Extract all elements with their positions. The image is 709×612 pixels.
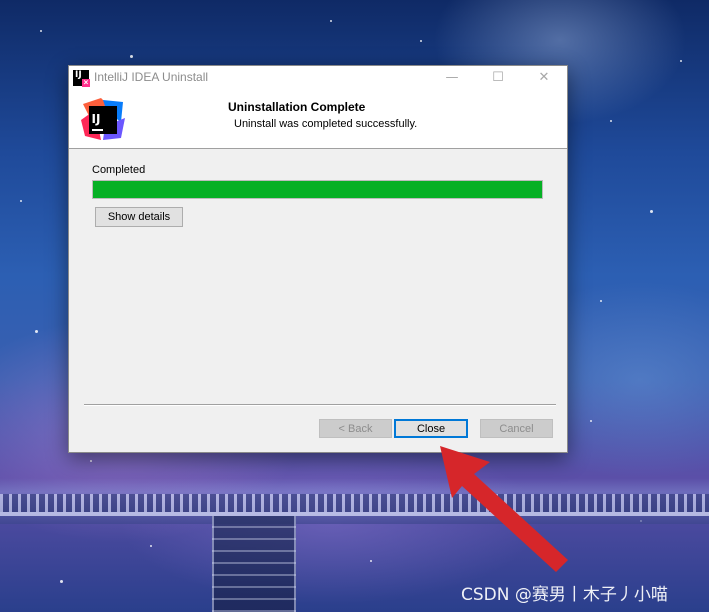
star	[35, 330, 38, 333]
star	[130, 55, 133, 58]
star	[60, 580, 63, 583]
star	[590, 420, 592, 422]
star	[600, 300, 602, 302]
intellij-idea-icon: IJ ×	[73, 70, 90, 87]
page-subtitle: Uninstall was completed successfully.	[234, 118, 418, 130]
maximize-icon[interactable]: ☐	[475, 66, 521, 90]
star	[40, 30, 42, 32]
minimize-icon[interactable]: —	[429, 66, 475, 90]
app-icon-badge: ×	[82, 78, 90, 87]
annotation-arrow-icon	[440, 446, 568, 572]
close-icon[interactable]: ✕	[521, 66, 567, 90]
uninstall-window: IJ × IntelliJ IDEA Uninstall — ☐ ✕ IJ Un…	[68, 65, 568, 453]
cancel-button[interactable]: Cancel	[480, 419, 553, 438]
status-label: Completed	[92, 164, 146, 176]
window-title: IntelliJ IDEA Uninstall	[94, 70, 209, 84]
intellij-idea-logo: IJ	[81, 98, 125, 140]
background-bridge-rail	[0, 512, 709, 516]
star	[610, 120, 612, 122]
progress-bar	[92, 180, 543, 199]
back-button[interactable]: < Back	[319, 419, 392, 438]
star	[420, 40, 422, 42]
star	[20, 200, 22, 202]
background-bridge	[0, 494, 709, 512]
title-bar[interactable]: IJ × IntelliJ IDEA Uninstall — ☐ ✕	[69, 66, 567, 90]
watermark: CSDN @赛男丨木子丿小喵	[461, 585, 668, 605]
wizard-body: Completed Show details < Back Close Canc…	[69, 149, 567, 452]
desktop-background: IJ × IntelliJ IDEA Uninstall — ☐ ✕ IJ Un…	[0, 0, 709, 612]
star	[330, 20, 332, 22]
page-title: Uninstallation Complete	[228, 100, 366, 114]
progress-bar-fill	[93, 181, 542, 198]
footer-divider	[84, 404, 556, 406]
star	[650, 210, 653, 213]
star	[370, 560, 372, 562]
star	[90, 460, 92, 462]
background-tower	[212, 516, 296, 612]
app-icon-glyph: IJ	[75, 70, 82, 80]
show-details-button[interactable]: Show details	[95, 207, 183, 227]
close-button[interactable]: Close	[394, 419, 468, 438]
logo-text: IJ	[92, 112, 101, 126]
wizard-header: IJ Uninstallation Complete Uninstall was…	[69, 90, 567, 149]
star	[680, 60, 682, 62]
star	[150, 545, 152, 547]
